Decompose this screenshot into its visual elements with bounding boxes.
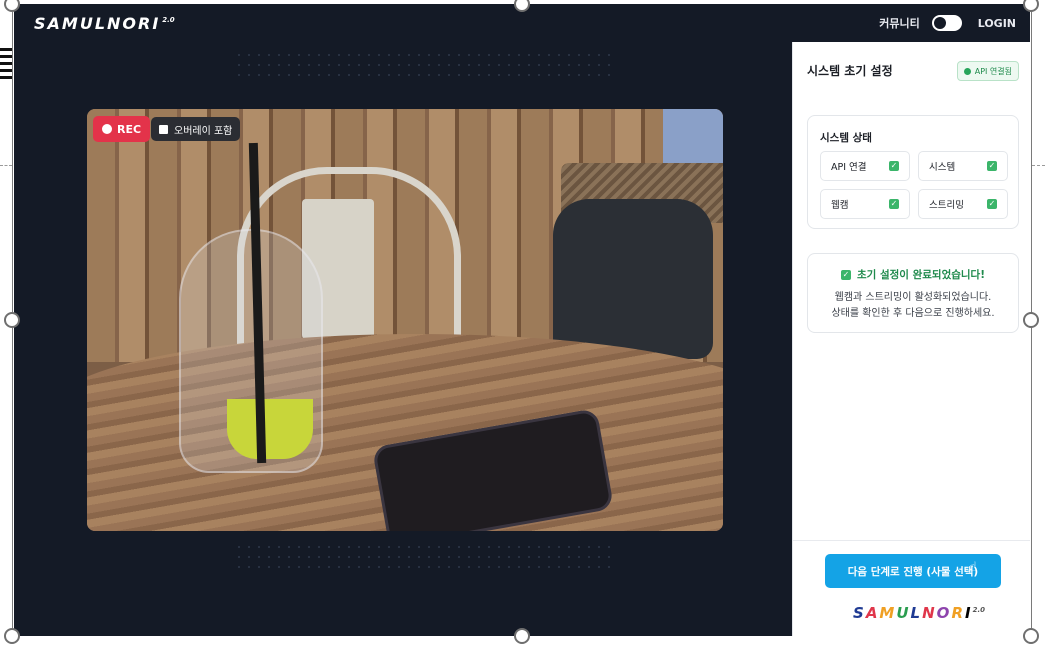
login-link[interactable]: LOGIN [978,17,1016,30]
status-item-label: API 연결 [831,162,867,173]
toggle-knob [933,17,946,29]
resize-handle-bottom-middle[interactable] [514,628,530,644]
checkbox-icon [159,124,168,134]
api-badge-label: API 연결됨 [974,66,1012,76]
decorative-dots-top [234,50,614,80]
status-item-label: 웹캠 [831,200,849,211]
status-item-api: API 연결 ✓ [820,151,910,181]
status-item-label: 스트리밍 [929,200,964,211]
panel-title: 시스템 초기 설정 [807,64,893,78]
setup-complete-description: 웹캠과 스트리밍이 활성화되었습니다. 상태를 확인한 후 다음으로 진행하세요… [808,290,1018,322]
guide-line-right [1032,165,1045,166]
theme-toggle[interactable] [931,15,962,31]
status-item-system: 시스템 ✓ [918,151,1008,181]
check-icon: ✓ [840,269,851,280]
top-nav: 커뮤니티 LOGIN [879,15,1016,31]
resize-handle-middle-left[interactable] [4,312,20,328]
status-item-label: 시스템 [929,162,956,173]
resize-handle-top-right[interactable] [1023,0,1039,12]
blue-cloth [663,109,723,169]
overlay-label: 오버레이 포함 [174,125,233,137]
panel-divider [793,540,1030,541]
status-dot-icon [963,67,971,75]
status-item-webcam: 웹캠 ✓ [820,189,910,219]
done-title-text: 초기 설정이 완료되었습니다! [856,269,986,281]
api-status-badge: API 연결됨 [956,61,1019,81]
done-desc-line-2: 상태를 확인한 후 다음으로 진행하세요. [831,308,995,319]
app-logo[interactable]: SAMULNORI 2.0 [34,14,175,33]
community-link[interactable]: 커뮤니티 [879,15,919,31]
record-dot-icon [102,124,112,134]
done-desc-line-1: 웹캠과 스트리밍이 활성화되었습니다. [834,292,992,303]
status-item-streaming: 스트리밍 ✓ [918,189,1008,219]
system-status-card: 시스템 상태 API 연결 ✓ 시스템 ✓ 웹캠 ✓ 스트리밍 ✓ [807,115,1019,229]
check-icon: ✓ [987,161,997,171]
pointer-cursor-icon: ☝ [969,560,977,575]
check-icon: ✓ [889,199,899,209]
setup-panel: 시스템 초기 설정 API 연결됨 시스템 상태 API 연결 ✓ 시스템 ✓ … [792,42,1030,636]
green-drink [227,399,313,459]
left-edge-marks [0,48,12,83]
resize-handle-middle-right[interactable] [1023,312,1039,328]
decorative-dots-bottom [234,542,614,572]
guide-line-left [0,165,12,166]
backpack [553,199,713,359]
rec-label: REC [117,122,142,136]
setup-complete-title: ✓ 초기 설정이 완료되었습니다! [808,267,1018,282]
overlay-toggle[interactable]: 오버레이 포함 [151,117,241,141]
webcam-feed: REC 오버레이 포함 [87,109,723,531]
app-window: SAMULNORI 2.0 커뮤니티 LOGIN REC 오버레이 포함 시스템… [14,4,1030,636]
setup-complete-card: ✓ 초기 설정이 완료되었습니다! 웹캠과 스트리밍이 활성화되었습니다. 상태… [807,253,1019,333]
rec-button[interactable]: REC [93,116,151,142]
footer-logo: SAMULNORI2.0 [853,604,985,622]
status-card-title: 시스템 상태 [820,132,872,144]
resize-handle-bottom-left[interactable] [4,628,20,644]
check-icon: ✓ [889,161,899,171]
check-icon: ✓ [987,199,997,209]
resize-handle-bottom-right[interactable] [1023,628,1039,644]
video-stage: REC 오버레이 포함 [14,42,792,636]
